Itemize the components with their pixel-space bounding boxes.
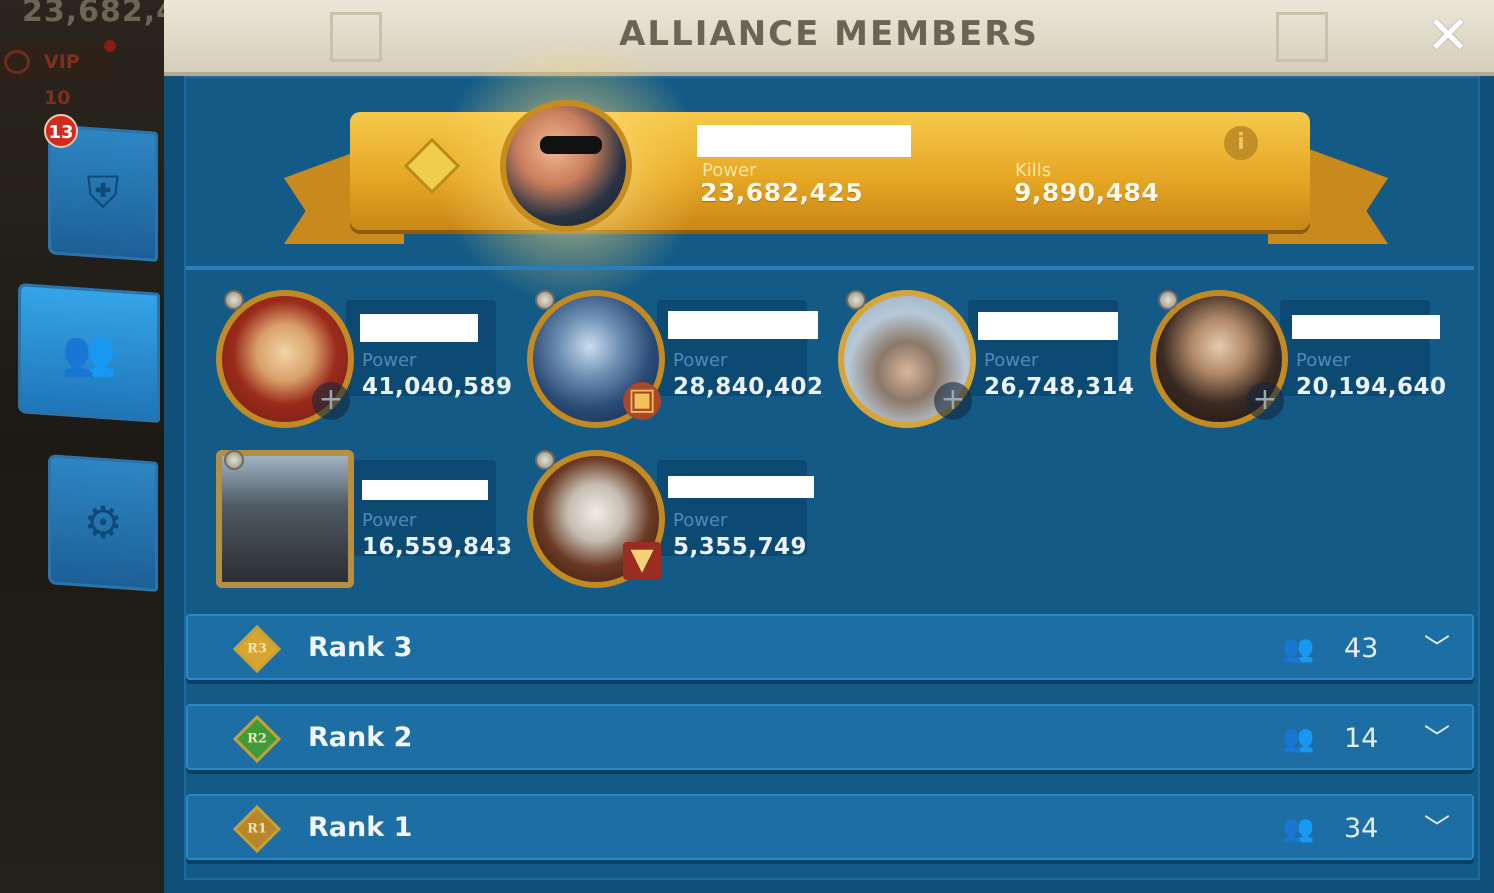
member-frame-knob bbox=[846, 290, 866, 310]
add-icon[interactable]: + bbox=[312, 382, 350, 420]
sidebar-tab-settings[interactable]: ⚙ bbox=[48, 454, 158, 592]
rank-member-count: 43 bbox=[1344, 633, 1379, 664]
rank-member-count: 14 bbox=[1344, 723, 1379, 754]
member-name-redacted bbox=[668, 476, 814, 498]
members-count-icon: 👥 bbox=[1282, 634, 1315, 664]
member-power-value: 16,559,843 bbox=[362, 534, 513, 560]
sidebar-tab-members[interactable]: 👥 bbox=[18, 283, 160, 423]
player-power-readout: 23,682,4 bbox=[22, 0, 179, 29]
member-name-redacted bbox=[978, 312, 1118, 340]
rank-label: Rank 3 bbox=[308, 632, 413, 663]
rank-3-icon: R3 bbox=[232, 624, 282, 674]
leader-kills-value: 9,890,484 bbox=[1014, 178, 1160, 207]
member-name-redacted bbox=[360, 314, 478, 342]
member-name-redacted bbox=[668, 311, 818, 339]
member-card[interactable]: + Power 41,040,589 bbox=[216, 290, 512, 428]
add-icon[interactable]: + bbox=[934, 382, 972, 420]
member-frame-knob bbox=[224, 450, 244, 470]
panel-header: ALLIANCE MEMBERS ✕ bbox=[164, 0, 1494, 76]
rank-icon-text: R2 bbox=[247, 731, 267, 747]
member-frame-knob bbox=[224, 290, 244, 310]
chevron-down-icon[interactable]: ﹀ bbox=[1424, 628, 1450, 665]
member-power-label: Power bbox=[673, 350, 728, 371]
rank-2-icon: R2 bbox=[232, 714, 282, 764]
add-icon[interactable]: + bbox=[1246, 382, 1284, 420]
alert-count-badge: 13 bbox=[44, 114, 78, 148]
vip-label: VIP 10 bbox=[44, 51, 80, 109]
member-avatar[interactable] bbox=[216, 450, 354, 588]
chest-icon: ▣ bbox=[623, 382, 661, 420]
members-count-icon: 👥 bbox=[1282, 724, 1315, 754]
chevron-down-icon[interactable]: ﹀ bbox=[1424, 808, 1450, 845]
rank-row-1[interactable]: R1 Rank 1 👥 34 ﹀ bbox=[186, 794, 1474, 860]
rank-label: Rank 1 bbox=[308, 812, 413, 843]
vip-crest-icon bbox=[4, 50, 30, 74]
info-icon[interactable]: i bbox=[1224, 126, 1258, 160]
member-power-value: 28,840,402 bbox=[673, 374, 824, 400]
member-power-value: 20,194,640 bbox=[1296, 374, 1447, 400]
member-card[interactable]: Power 16,559,843 bbox=[216, 450, 512, 588]
member-power-value: 5,355,749 bbox=[673, 534, 807, 560]
member-card[interactable]: + Power 26,748,314 bbox=[838, 290, 1134, 428]
member-card[interactable]: ▣ Power 28,840,402 bbox=[527, 290, 823, 428]
rank-row-2[interactable]: R2 Rank 2 👥 14 ﹀ bbox=[186, 704, 1474, 770]
member-frame-knob bbox=[535, 290, 555, 310]
header-ornament-right bbox=[1276, 12, 1328, 62]
member-frame-knob bbox=[535, 450, 555, 470]
vip-badge[interactable]: VIP 10 bbox=[0, 40, 116, 109]
avatar-sunglasses bbox=[540, 136, 602, 154]
rank-row-3[interactable]: R3 Rank 3 👥 43 ﹀ bbox=[186, 614, 1474, 680]
members-count-icon: 👥 bbox=[1282, 814, 1315, 844]
rank-icon-text: R1 bbox=[247, 821, 267, 837]
vip-notification-dot bbox=[104, 40, 116, 52]
member-name-redacted bbox=[1292, 315, 1440, 339]
people-icon: 👥 bbox=[61, 328, 117, 379]
member-power-value: 41,040,589 bbox=[362, 374, 513, 400]
member-card[interactable]: + Power 20,194,640 bbox=[1150, 290, 1446, 428]
emblem-icon: ▼ bbox=[623, 542, 661, 580]
section-divider bbox=[186, 266, 1474, 270]
close-icon[interactable]: ✕ bbox=[1426, 8, 1470, 64]
leader-name-redacted bbox=[697, 125, 911, 157]
rank-icon-text: R3 bbox=[247, 641, 267, 657]
gear-icon: ⚙ bbox=[83, 497, 123, 549]
member-power-label: Power bbox=[362, 510, 417, 531]
chevron-down-icon[interactable]: ﹀ bbox=[1424, 718, 1450, 755]
member-power-label: Power bbox=[673, 510, 728, 531]
shield-icon: ⛨ bbox=[86, 167, 120, 219]
rank-label: Rank 2 bbox=[308, 722, 413, 753]
leader-avatar[interactable] bbox=[500, 100, 632, 232]
rank-member-count: 34 bbox=[1344, 813, 1379, 844]
member-power-value: 26,748,314 bbox=[984, 374, 1135, 400]
rank-1-icon: R1 bbox=[232, 804, 282, 854]
member-card[interactable]: ▼ Power 5,355,749 bbox=[527, 450, 817, 588]
member-frame-knob bbox=[1158, 290, 1178, 310]
member-power-label: Power bbox=[984, 350, 1039, 371]
member-name-redacted bbox=[362, 480, 488, 500]
member-power-label: Power bbox=[1296, 350, 1351, 371]
member-power-label: Power bbox=[362, 350, 417, 371]
leader-power-value: 23,682,425 bbox=[700, 178, 864, 207]
